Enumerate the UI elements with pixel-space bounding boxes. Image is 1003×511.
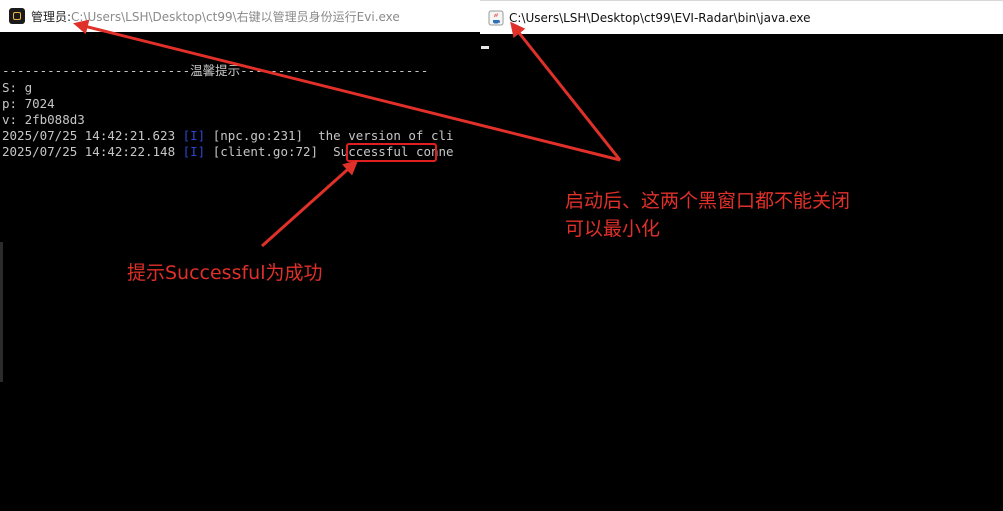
annotation-minimize-note: 可以最小化 bbox=[565, 218, 661, 240]
admin-window-titlebar[interactable]: 管理员: C:\Users\LSH\Desktop\ct99\右键以管理员身份运… bbox=[0, 0, 480, 32]
java-window-titlebar[interactable]: C:\Users\LSH\Desktop\ct99\EVI-Radar\bin\… bbox=[480, 0, 1003, 34]
background-window-edge bbox=[0, 242, 3, 382]
log1-rest: [npc.go:231] the version of cli bbox=[205, 128, 454, 143]
log1-time: 2025/07/25 14:42:21.623 bbox=[2, 128, 183, 143]
log2-time: 2025/07/25 14:42:22.148 bbox=[2, 144, 183, 159]
annotation-keep-open-note: 启动后、这两个黑窗口都不能关闭 bbox=[565, 190, 851, 212]
log2-source: [client.go:72] bbox=[205, 144, 326, 159]
admin-title-prefix: 管理员: bbox=[31, 9, 72, 24]
console-v-line: v: 2fb088d3 bbox=[2, 112, 85, 127]
console-cursor bbox=[481, 46, 489, 49]
console-window-admin[interactable]: 管理员: C:\Users\LSH\Desktop\ct99\右键以管理员身份运… bbox=[0, 0, 480, 511]
java-console-window[interactable]: C:\Users\LSH\Desktop\ct99\EVI-Radar\bin\… bbox=[480, 0, 1003, 511]
console-s-line: S: g bbox=[2, 80, 33, 95]
java-window-title: C:\Users\LSH\Desktop\ct99\EVI-Radar\bin\… bbox=[509, 10, 811, 25]
admin-title-path: C:\Users\LSH\Desktop\ct99\右键以管理员身份运行Evi.… bbox=[71, 9, 400, 24]
console-header-line: -------------------------温馨提示-----------… bbox=[2, 63, 429, 78]
log1-level: [I] bbox=[182, 128, 206, 143]
java-icon bbox=[488, 10, 504, 25]
console-p-line: p: 7024 bbox=[2, 96, 55, 111]
annotation-successful-note: 提示Successful为成功 bbox=[127, 262, 323, 284]
console-log-line-1: 2025/07/25 14:42:21.623 [I] [npc.go:231]… bbox=[2, 128, 454, 144]
log2-level: [I] bbox=[182, 144, 206, 159]
app-icon bbox=[9, 8, 25, 24]
screen: 管理员: C:\Users\LSH\Desktop\ct99\右键以管理员身份运… bbox=[0, 0, 1003, 511]
successful-highlight-box bbox=[346, 143, 437, 162]
